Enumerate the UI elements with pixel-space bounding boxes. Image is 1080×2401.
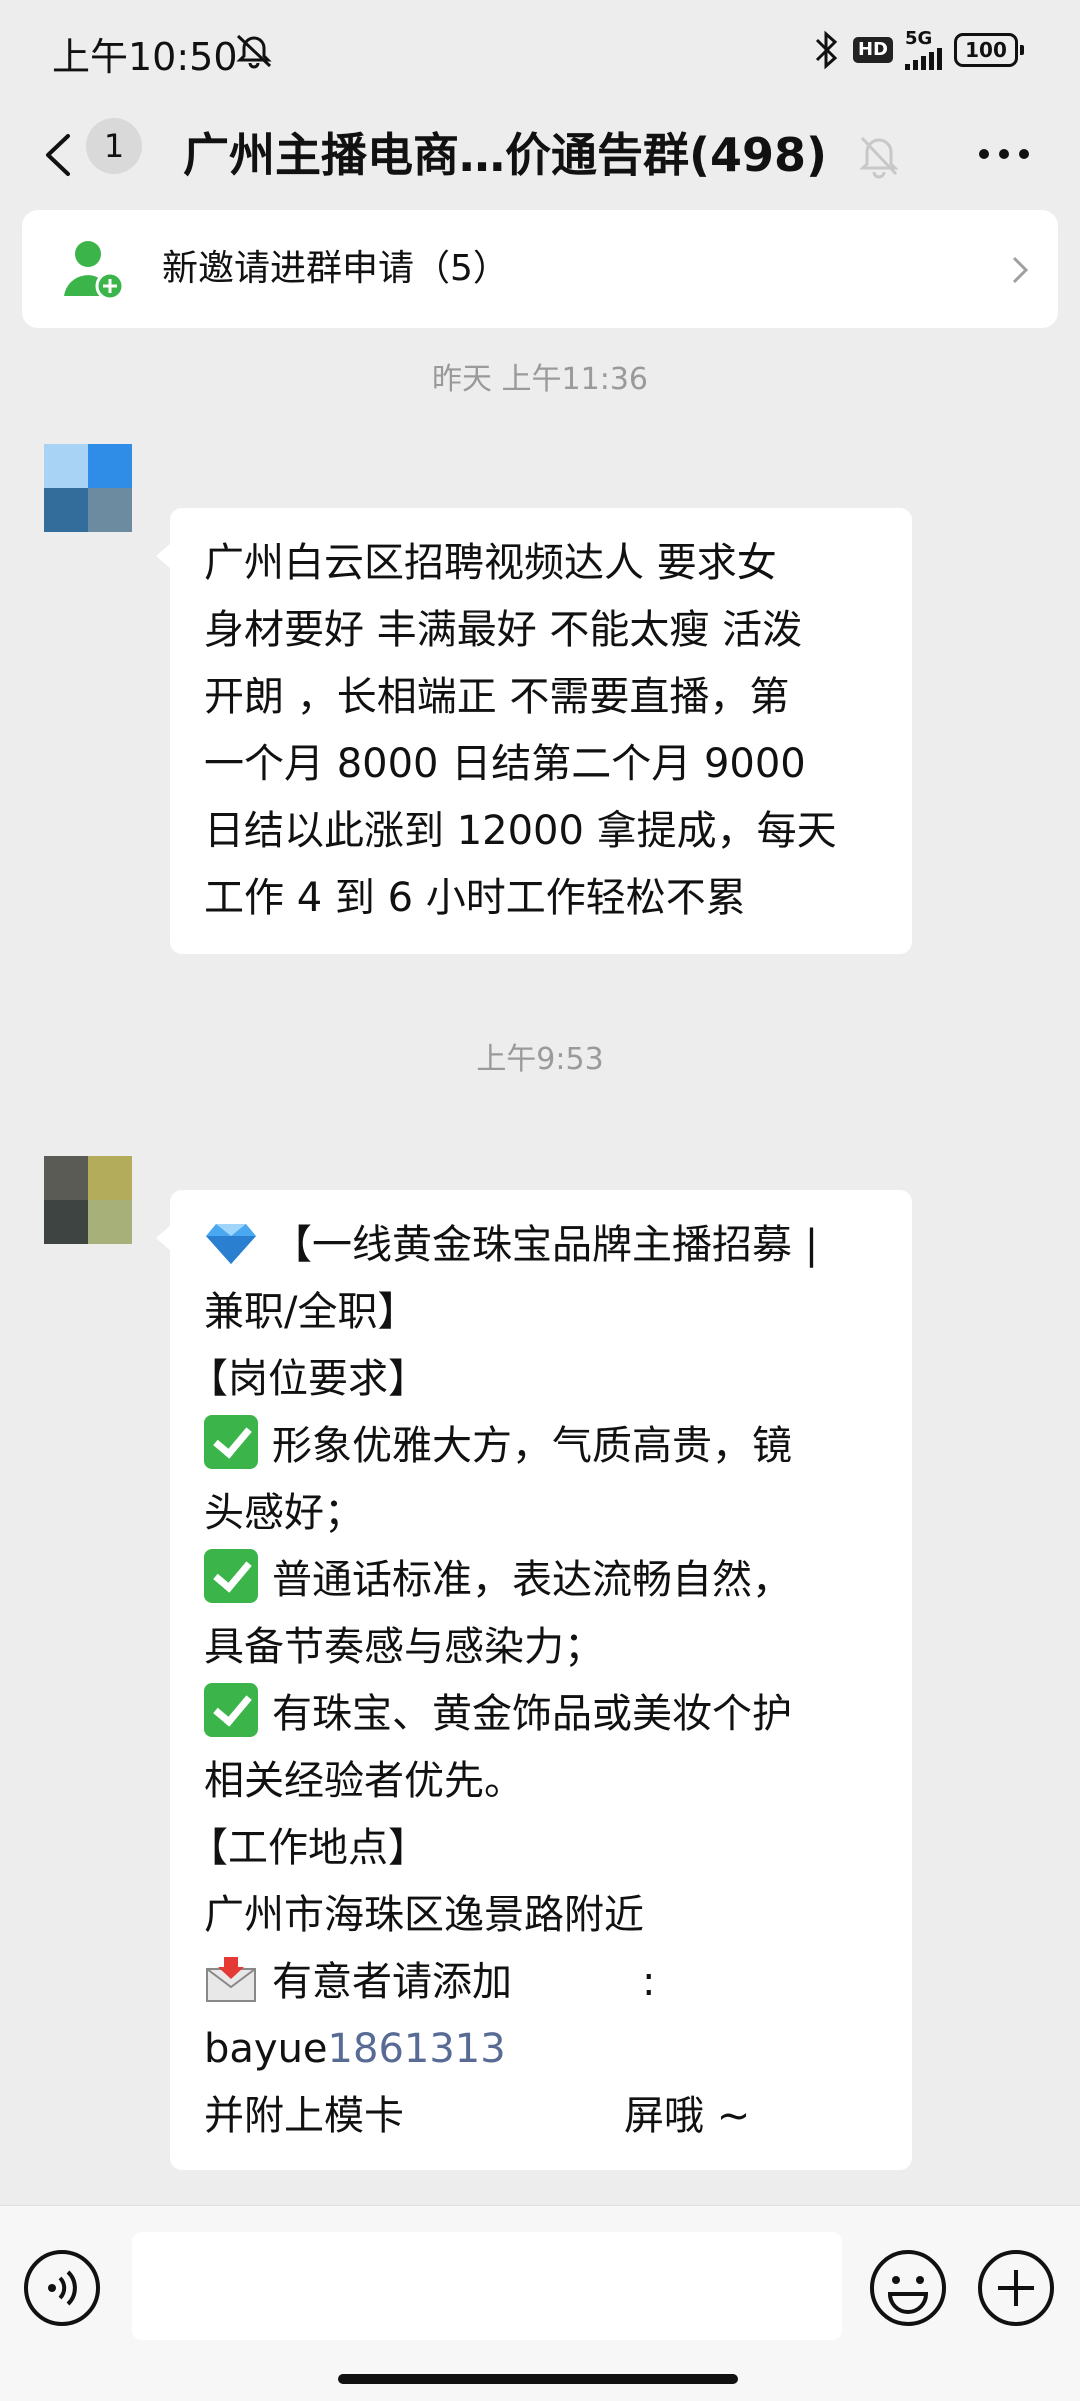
network-type: 5G: [905, 28, 933, 49]
input-bar: [0, 2205, 1080, 2401]
chat-header: 1 广州主播电商…价通告群(498): [0, 100, 1080, 210]
chevron-right-icon: [1012, 256, 1029, 284]
message-timestamp: 昨天 上午11:36: [432, 362, 648, 397]
plus-icon[interactable]: [976, 2248, 1056, 2328]
invite-request-label: 新邀请进群申请（5）: [162, 248, 509, 289]
status-bar: 上午10:50 HD 5G 100: [0, 0, 1080, 100]
message-text-line: bayue1861313: [204, 2016, 880, 2083]
message-text-line: 形象优雅大方，气质高贵，镜: [204, 1413, 880, 1480]
check-icon: [204, 1683, 258, 1737]
home-indicator[interactable]: [338, 2374, 738, 2384]
message-text-line: 普通话标准，表达流畅自然，: [204, 1547, 880, 1614]
bell-off-icon: [859, 136, 899, 179]
section-header: 【岗位要求】: [188, 1356, 428, 1402]
avatar[interactable]: [44, 444, 132, 532]
add-member-icon: [64, 241, 125, 301]
mail-icon: [206, 1957, 256, 2002]
signal-icon: 5G: [905, 30, 942, 70]
emoji-icon[interactable]: [868, 2248, 948, 2328]
bluetooth-icon: [815, 30, 838, 70]
voice-icon[interactable]: [22, 2248, 102, 2328]
message-text-line: 身材要好 丰满最好 不能太瘦 活泼: [204, 607, 803, 653]
message-text-line: 具备节奏感与感染力；: [204, 1624, 604, 1670]
invite-request-bar[interactable]: 新邀请进群申请（5）: [22, 210, 1058, 328]
wechat-id-prefix: bayue: [204, 2026, 328, 2072]
message-text-line: 广州市海珠区逸景路附近: [204, 1892, 644, 1938]
mute-icon: [236, 34, 272, 69]
check-icon: [204, 1549, 258, 1603]
more-icon[interactable]: [976, 144, 1032, 164]
contact-suffix: :: [642, 1959, 656, 2005]
avatar[interactable]: [44, 1156, 132, 1244]
requirement-text: 普通话标准，表达流畅自然，: [272, 1557, 792, 1603]
battery-icon: 100: [954, 33, 1024, 67]
message-text-line: 相关经验者优先。: [204, 1758, 524, 1804]
unread-badge[interactable]: 1: [86, 118, 142, 174]
message-text-line: 广州白云区招聘视频达人 要求女: [204, 540, 777, 586]
status-time: 上午10:50: [52, 35, 238, 79]
contact-text: 有意者请添加: [272, 1959, 512, 2005]
gem-icon: [206, 1224, 256, 1264]
message-text-line: 兼职/全职】: [204, 1289, 418, 1335]
message-text-line: 有意者请添加:: [204, 1949, 880, 2016]
message-text-line: 日结以此涨到 12000 拿提成，每天: [204, 808, 837, 854]
message-timestamp: 上午9:53: [476, 1042, 604, 1077]
message-text-line: 【一线黄金珠宝品牌主播招募 |: [204, 1212, 880, 1279]
job-title: 【一线黄金珠宝品牌主播招募 |: [272, 1222, 819, 1268]
message-bubble[interactable]: 广州白云区招聘视频达人 要求女 身材要好 丰满最好 不能太瘦 活泼 开朗 ，长相…: [156, 508, 912, 954]
back-icon[interactable]: [38, 130, 78, 180]
chat-title[interactable]: 广州主播电商…价通告群(498): [183, 116, 827, 194]
requirement-text: 有珠宝、黄金饰品或美妆个护: [272, 1691, 792, 1737]
message-text-line: 一个月 8000 日结第二个月 9000: [204, 741, 806, 787]
message-text-line: 头感好；: [204, 1490, 364, 1536]
message-text-line: 并附上模卡 屏哦 ~: [204, 2083, 880, 2150]
message-text-line: 有珠宝、黄金饰品或美妆个护: [204, 1681, 880, 1748]
closing-text-end: 屏哦 ~: [624, 2093, 751, 2139]
check-icon: [204, 1415, 258, 1469]
message-bubble[interactable]: 【一线黄金珠宝品牌主播招募 | 兼职/全职】 【岗位要求】 形象优雅大方，气质高…: [156, 1190, 912, 2170]
closing-text: 并附上模卡: [204, 2093, 404, 2139]
message-text-line: 开朗 ，长相端正 不需要直播，第: [204, 674, 790, 720]
message-text-line: 工作 4 到 6 小时工作轻松不累: [204, 875, 746, 921]
requirement-text: 形象优雅大方，气质高贵，镜: [272, 1423, 792, 1469]
section-header: 【工作地点】: [188, 1825, 428, 1871]
message-input[interactable]: [132, 2232, 842, 2340]
hd-badge: HD: [852, 37, 893, 63]
wechat-id-number[interactable]: 1861313: [328, 2026, 506, 2072]
battery-level: 100: [965, 38, 1007, 62]
